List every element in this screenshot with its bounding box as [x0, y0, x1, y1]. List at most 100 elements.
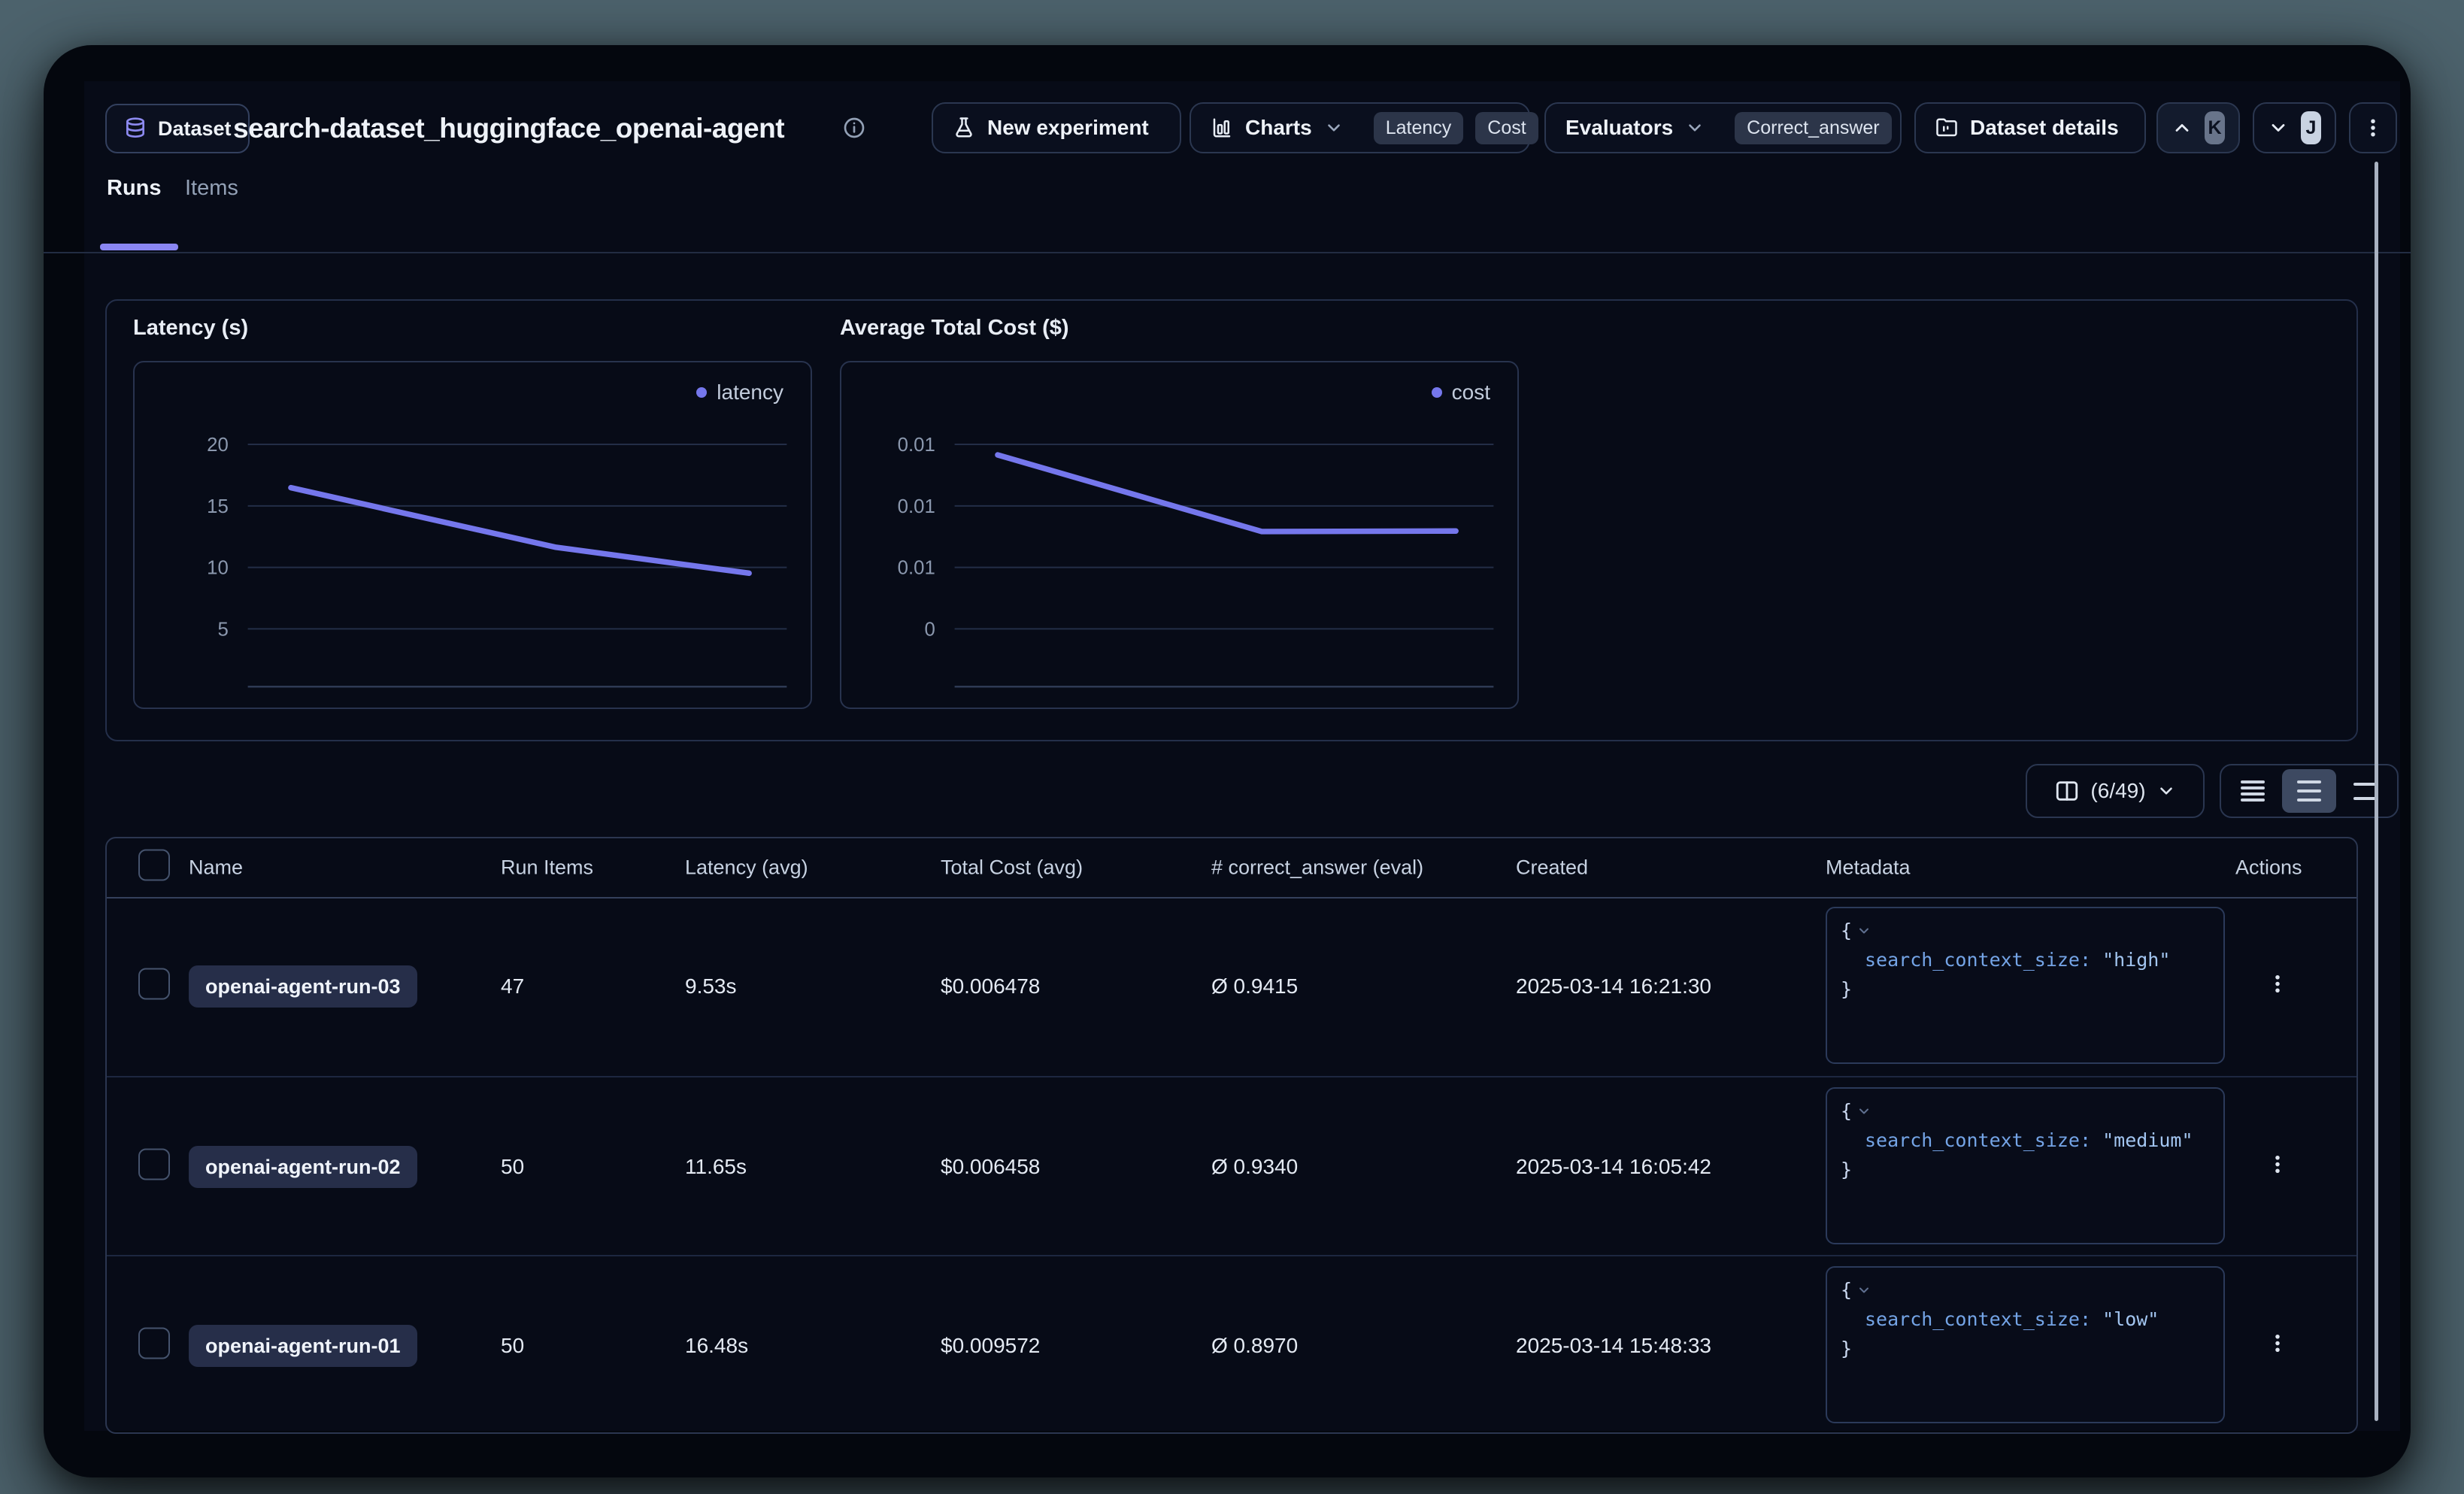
next-shortcut-button[interactable]: J — [2253, 102, 2336, 153]
correct-answer-value: Ø 0.9415 — [1211, 974, 1298, 999]
metadata-key: search_context_size: — [1865, 1308, 2091, 1330]
total-cost-value: $0.006478 — [941, 974, 1040, 999]
col-correct-answer: # correct_answer (eval) — [1211, 856, 1423, 880]
chevron-down-icon — [2268, 117, 2289, 138]
svg-text:0.01: 0.01 — [898, 435, 935, 456]
shortcut-key-k: K — [2205, 111, 2225, 144]
row-checkbox[interactable] — [138, 1149, 170, 1180]
evaluators-button-group[interactable]: Evaluators Correct_answer — [1544, 102, 1902, 153]
latency-chart-card: latency 2015105 — [133, 361, 812, 709]
col-latency: Latency (avg) — [685, 856, 808, 880]
metadata-json-box[interactable]: { search_context_size: "medium" } — [1826, 1087, 2225, 1244]
col-name: Name — [189, 856, 243, 880]
col-actions: Actions — [2235, 856, 2302, 880]
column-count-label: (6/49) — [2090, 779, 2145, 803]
evaluator-badge-correct-answer[interactable]: Correct_answer — [1735, 112, 1891, 144]
runs-table: Name Run Items Latency (avg) Total Cost … — [105, 837, 2358, 1434]
chevron-down-icon — [1324, 118, 1344, 138]
row-height-medium-option[interactable] — [2282, 769, 2336, 813]
prev-shortcut-button[interactable]: K — [2156, 102, 2240, 153]
info-icon[interactable] — [842, 116, 866, 140]
kebab-menu-icon — [2362, 115, 2384, 141]
tabbar-border — [44, 252, 2411, 253]
brace-close: } — [1841, 1338, 1852, 1359]
columns-icon — [2054, 778, 2080, 804]
kebab-menu-icon — [2266, 971, 2289, 997]
bar-chart-icon — [1211, 117, 1233, 139]
row-height-toggle — [2220, 764, 2399, 818]
row-actions-button[interactable] — [2266, 1152, 2289, 1183]
run-items-value: 47 — [501, 974, 524, 999]
folder-icon — [1935, 117, 1958, 139]
new-experiment-label: New experiment — [987, 116, 1149, 140]
window-scrollbar[interactable] — [2375, 162, 2378, 1421]
svg-text:0.01: 0.01 — [898, 558, 935, 579]
row-checkbox[interactable] — [138, 968, 170, 1000]
correct-answer-value: Ø 0.8970 — [1211, 1334, 1298, 1358]
charts-label: Charts — [1245, 116, 1312, 140]
dataset-details-button[interactable]: Dataset details — [1914, 102, 2146, 153]
cost-chart-title: Average Total Cost ($) — [840, 316, 1069, 341]
table-row: openai-agent-run-01 50 16.48s $0.009572 … — [107, 1255, 2356, 1435]
column-visibility-button[interactable]: (6/49) — [2026, 764, 2205, 818]
chevron-down-icon — [1685, 118, 1705, 138]
app-content: Dataset search-dataset_huggingface_opena… — [84, 81, 2400, 1431]
row-actions-button[interactable] — [2266, 1331, 2289, 1362]
run-items-value: 50 — [501, 1155, 524, 1179]
metadata-value: "medium" — [2102, 1129, 2193, 1151]
metadata-value: "low" — [2102, 1308, 2159, 1330]
latency-line-chart: 2015105 — [135, 362, 811, 708]
correct-answer-value: Ø 0.9340 — [1211, 1155, 1298, 1179]
chart-badge-latency[interactable]: Latency — [1374, 112, 1464, 144]
charts-panel: Latency (s) latency 2015105 Average Tota… — [105, 299, 2358, 741]
table-header: Name Run Items Latency (avg) Total Cost … — [107, 838, 2356, 899]
row-height-large-option[interactable] — [2338, 769, 2393, 813]
cost-chart-card: cost 0.010.010.010 — [840, 361, 1519, 709]
collapse-chevron-icon[interactable] — [1856, 923, 1871, 938]
row-actions-button[interactable] — [2266, 971, 2289, 1002]
metadata-json-box[interactable]: { search_context_size: "low" } — [1826, 1266, 2225, 1423]
total-cost-value: $0.006458 — [941, 1155, 1040, 1179]
brace-open: { — [1841, 916, 1852, 945]
collapse-chevron-icon[interactable] — [1856, 1104, 1871, 1119]
created-value: 2025-03-14 15:48:33 — [1516, 1334, 1711, 1358]
latency-value: 16.48s — [685, 1334, 748, 1358]
dataset-badge-label: Dataset — [158, 117, 232, 141]
table-row: openai-agent-run-03 47 9.53s $0.006478 Ø… — [107, 897, 2356, 1076]
row-height-small-option[interactable] — [2226, 769, 2280, 813]
col-total-cost: Total Cost (avg) — [941, 856, 1083, 880]
run-items-value: 50 — [501, 1334, 524, 1358]
cost-line-chart: 0.010.010.010 — [841, 362, 1517, 708]
dataset-badge: Dataset — [105, 104, 250, 153]
brace-close: } — [1841, 978, 1852, 1000]
total-cost-value: $0.009572 — [941, 1334, 1040, 1358]
run-name-pill[interactable]: openai-agent-run-01 — [189, 1325, 417, 1367]
svg-text:0: 0 — [924, 619, 935, 640]
charts-button-group[interactable]: Charts Latency Cost — [1190, 102, 1530, 153]
chevron-up-icon — [2172, 117, 2193, 138]
flask-icon — [953, 116, 975, 140]
dataset-details-label: Dataset details — [1970, 116, 2119, 140]
chart-badge-cost[interactable]: Cost — [1475, 112, 1538, 144]
brace-open: { — [1841, 1096, 1852, 1126]
collapse-chevron-icon[interactable] — [1856, 1283, 1871, 1298]
metadata-key: search_context_size: — [1865, 949, 2091, 971]
svg-text:15: 15 — [207, 496, 229, 517]
metadata-value: "high" — [2102, 949, 2170, 971]
latency-chart-title: Latency (s) — [133, 316, 248, 341]
shortcut-key-j: J — [2301, 111, 2321, 144]
metadata-json-box[interactable]: { search_context_size: "high" } — [1826, 907, 2225, 1064]
run-name-pill[interactable]: openai-agent-run-03 — [189, 965, 417, 1008]
latency-value: 11.65s — [685, 1155, 747, 1179]
row-checkbox[interactable] — [138, 1328, 170, 1359]
table-row: openai-agent-run-02 50 11.65s $0.006458 … — [107, 1076, 2356, 1256]
tab-runs[interactable]: Runs — [107, 165, 162, 211]
tab-items[interactable]: Items — [185, 165, 238, 211]
database-icon — [123, 116, 147, 141]
new-experiment-button[interactable]: New experiment — [932, 102, 1181, 153]
more-menu-button[interactable] — [2349, 102, 2397, 153]
run-name-pill[interactable]: openai-agent-run-02 — [189, 1146, 417, 1188]
select-all-checkbox[interactable] — [138, 850, 170, 881]
kebab-menu-icon — [2266, 1152, 2289, 1177]
col-metadata: Metadata — [1826, 856, 1911, 880]
